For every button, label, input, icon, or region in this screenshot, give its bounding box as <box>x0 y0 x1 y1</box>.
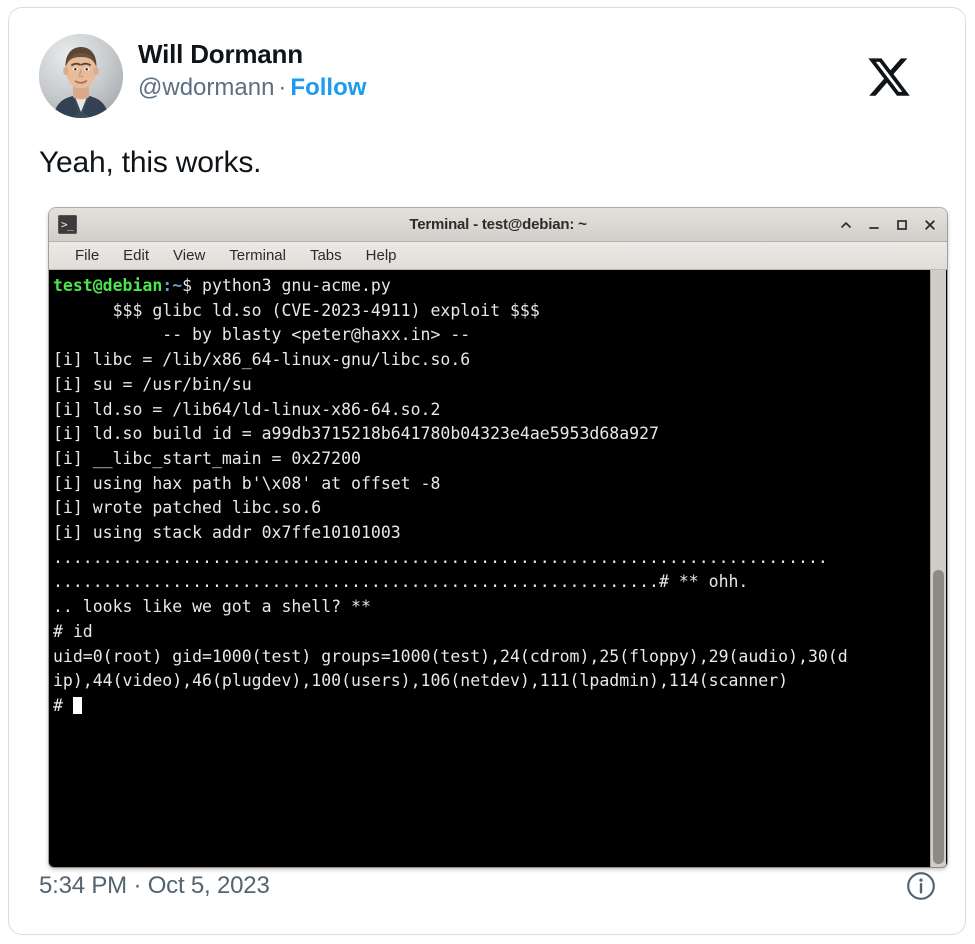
handle-separator: · <box>278 74 287 101</box>
info-circle-icon[interactable] <box>905 870 937 902</box>
terminal-output-line: [i] using stack addr 0x7ffe10101003 <box>53 523 401 543</box>
terminal-output-line: ip),44(video),46(plugdev),100(users),106… <box>53 671 789 691</box>
terminal-screen: test@debian:~$ python3 gnu-acme.py $$$ g… <box>53 274 929 867</box>
shade-button[interactable] <box>839 218 853 232</box>
tweet-header: Will Dormann @wdormann · Follow <box>39 28 934 120</box>
tweet-timestamp: 5:34 PM · Oct 5, 2023 <box>39 872 270 899</box>
terminal-scrollbar-thumb[interactable] <box>933 570 944 864</box>
menu-item-view[interactable]: View <box>161 242 217 269</box>
author-display-name: Will Dormann <box>138 39 303 69</box>
terminal-scrollbar[interactable] <box>930 270 946 867</box>
tweet-card: Will Dormann @wdormann · Follow Yeah, this… <box>8 7 966 935</box>
terminal-output-line: [i] ld.so build id = a99db3715218b641780… <box>53 424 659 444</box>
terminal-output-line: -- by blasty <peter@haxx.in> -- <box>53 325 471 345</box>
terminal-output-line: [i] ld.so = /lib64/ld-linux-x86-64.so.2 <box>53 399 441 419</box>
menu-item-tabs[interactable]: Tabs <box>298 242 354 269</box>
tweet-footer: 5:34 PM · Oct 5, 2023 <box>39 870 937 908</box>
terminal-output-line: [i] using hax path b'\x08' at offset -8 <box>53 473 441 493</box>
minimize-button[interactable] <box>867 218 881 232</box>
terminal-output-line: [i] libc = /lib/x86_64-linux-gnu/libc.so… <box>53 350 471 370</box>
terminal-output-line: uid=0(root) gid=1000(test) groups=1000(t… <box>53 646 848 666</box>
x-logo-icon[interactable] <box>866 54 912 100</box>
close-button[interactable] <box>923 218 937 232</box>
root-prompt-sigil: # <box>53 695 73 715</box>
terminal-output-line: .. looks like we got a shell? ** <box>53 597 371 617</box>
follow-button[interactable]: Follow <box>290 74 366 101</box>
terminal-menubar: File Edit View Terminal Tabs Help <box>49 242 947 270</box>
terminal-body[interactable]: test@debian:~$ python3 gnu-acme.py $$$ g… <box>49 270 947 867</box>
terminal-output-line: # id <box>53 621 93 641</box>
menu-item-terminal[interactable]: Terminal <box>217 242 298 269</box>
tweet-text: Yeah, this works. <box>39 146 262 179</box>
terminal-output-line: [i] wrote patched libc.so.6 <box>53 498 322 518</box>
tweet-screenshot: Will Dormann @wdormann · Follow Yeah, this… <box>0 0 975 944</box>
prompt-sigil: $ <box>182 276 193 295</box>
window-controls <box>839 208 937 241</box>
terminal-output-line: ........................................… <box>53 547 828 567</box>
prompt-command: python3 gnu-acme.py <box>192 276 391 295</box>
terminal-output-line: $$$ glibc ld.so (CVE-2023-4911) exploit … <box>53 300 540 320</box>
prompt-path: :~ <box>162 276 183 295</box>
author-handle: @wdormann <box>138 74 275 101</box>
terminal-output-line: [i] su = /usr/bin/su <box>53 374 252 394</box>
menu-item-file[interactable]: File <box>63 242 111 269</box>
terminal-window: >_ Terminal - test@debian: ~ File Edit V… <box>49 208 947 867</box>
terminal-prompt-line: test@debian:~$ python3 gnu-acme.py <box>53 274 929 299</box>
terminal-active-prompt: # <box>53 694 929 719</box>
menu-item-edit[interactable]: Edit <box>111 242 161 269</box>
menu-item-help[interactable]: Help <box>354 242 409 269</box>
author-info: Will Dormann @wdormann · Follow <box>138 38 366 103</box>
terminal-output-line: [i] __libc_start_main = 0x27200 <box>53 448 361 468</box>
terminal-title: Terminal - test@debian: ~ <box>409 216 587 233</box>
avatar[interactable] <box>39 34 123 118</box>
prompt-user-host: test@debian <box>53 276 163 295</box>
terminal-titlebar: >_ Terminal - test@debian: ~ <box>49 208 947 242</box>
author-handle-row: @wdormann · Follow <box>138 73 366 103</box>
maximize-button[interactable] <box>895 218 909 232</box>
terminal-output-line: ........................................… <box>53 572 749 592</box>
terminal-cursor <box>72 696 82 714</box>
